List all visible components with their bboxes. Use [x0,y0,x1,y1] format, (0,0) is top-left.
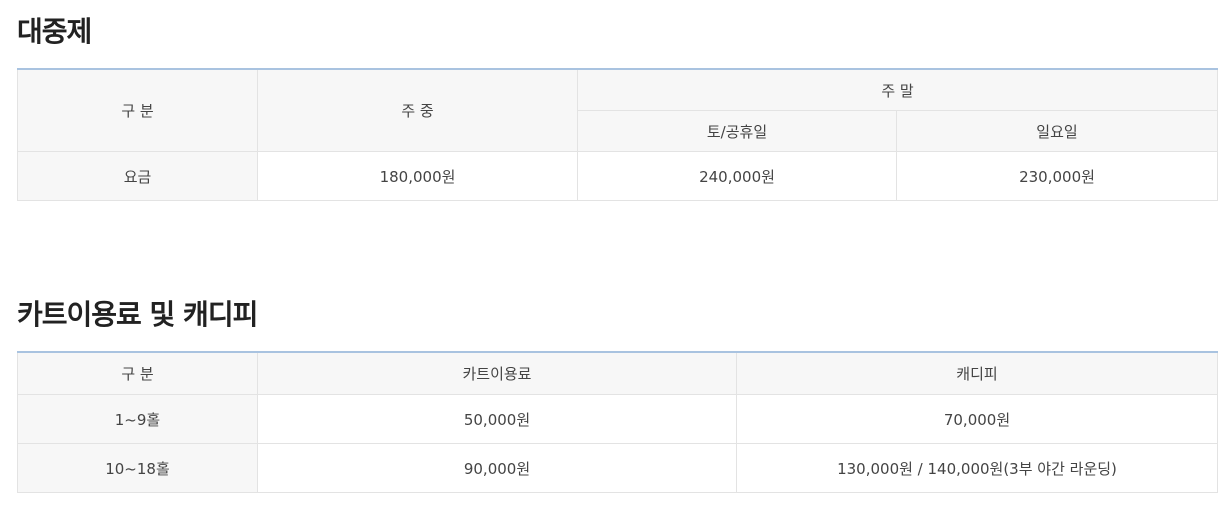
section-title-public-course: 대중제 [17,15,92,48]
table-row: 10~18홀 90,000원 130,000원 / 140,000원(3부 야간… [17,443,1218,493]
header-cart-fee: 카트이용료 [257,351,737,395]
table-header-row: 구 분 주 중 주 말 [17,68,1218,152]
weekday-fee: 180,000원 [257,151,578,201]
cart-fee: 50,000원 [257,394,737,444]
caddie-fee: 70,000원 [736,394,1218,444]
green-fee-table: 구 분 주 중 주 말 토/공휴일 일요일 요금 180,000원 240,00… [17,68,1218,201]
table-row: 요금 180,000원 240,000원 230,000원 [17,151,1218,201]
table-row: 1~9홀 50,000원 70,000원 [17,394,1218,444]
sunday-fee: 230,000원 [896,151,1218,201]
cart-caddie-fee-table: 구 분 카트이용료 캐디피 1~9홀 50,000원 70,000원 10~18… [17,351,1218,493]
table-header-row: 구 분 카트이용료 캐디피 [17,351,1218,395]
header-saturday-holiday: 토/공휴일 [577,110,897,152]
header-category: 구 분 [17,351,258,395]
header-caddie-fee: 캐디피 [736,351,1218,395]
header-sunday: 일요일 [896,110,1218,152]
header-weekday: 주 중 [257,68,578,152]
section-title-cart-caddie: 카트이용료 및 캐디피 [17,298,258,331]
row-label: 1~9홀 [17,394,258,444]
header-category: 구 분 [17,68,258,152]
caddie-fee: 130,000원 / 140,000원(3부 야간 라운딩) [736,443,1218,493]
row-label: 10~18홀 [17,443,258,493]
cart-fee: 90,000원 [257,443,737,493]
header-weekend: 주 말 [577,68,1218,111]
saturday-holiday-fee: 240,000원 [577,151,897,201]
row-label: 요금 [17,151,258,201]
